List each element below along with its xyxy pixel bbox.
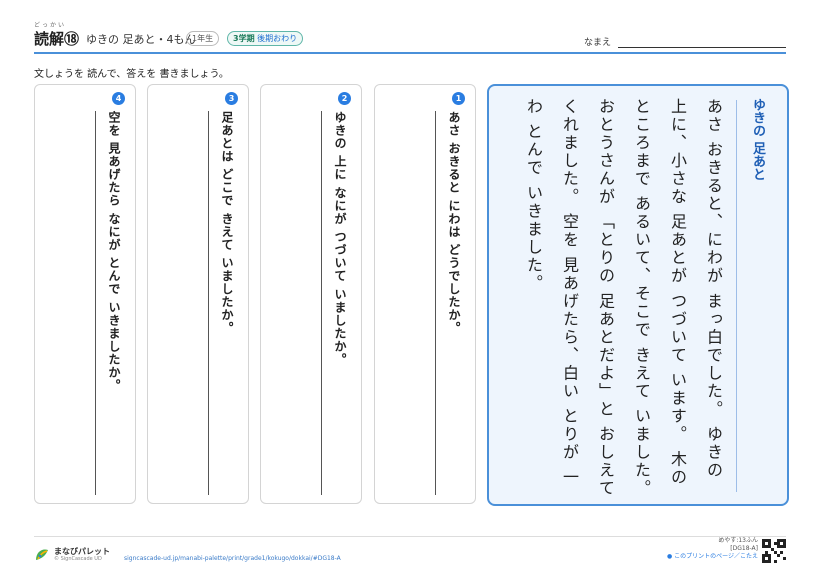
worksheet-header: どっかい 読解⑱ ゆきの 足あと・4もん 1年生 3学期 後期おわり なまえ (34, 22, 786, 52)
grade-badge: 1年生 (186, 31, 220, 46)
header-divider (34, 52, 786, 54)
answer-line-1[interactable] (435, 111, 436, 495)
story-title: ゆきの 足あと (750, 98, 765, 181)
question-number-4: 4 (112, 92, 125, 105)
worksheet-title: 読解⑱ (34, 30, 80, 48)
story-title-divider (736, 100, 737, 492)
worksheet-subtitle: ゆきの 足あと・4もん (86, 33, 196, 46)
footer-url-link[interactable]: signcascade-ud.jp/manabi-palette/print/g… (124, 555, 341, 562)
name-label: なまえ (584, 38, 612, 48)
question-card-3: 3 足あとは どこで きえて いましたか。 (147, 84, 249, 504)
answer-line-3[interactable] (208, 111, 209, 495)
term-badge-sub: 後期おわり (257, 34, 298, 43)
term-badge-main: 3学期 (233, 34, 255, 43)
answer-line-4[interactable] (95, 111, 96, 495)
question-number-2: 2 (338, 92, 351, 105)
term-badge: 3学期 後期おわり (227, 31, 304, 46)
question-text-3: 足あとは どこで きえて いましたか。 (220, 111, 234, 335)
story-panel: ゆきの 足あと あさ おきると、にわが まっ白でした。 ゆきの 上に、小さな 足… (487, 84, 789, 506)
palette-logo-icon (36, 549, 48, 560)
question-text-4: 空を 見あげたら なにが とんで いきましたか。 (107, 111, 121, 392)
question-text-2: ゆきの 上に なにが つづいて いましたか。 (333, 111, 347, 366)
footer-estimate: めやす:13ふん (718, 537, 758, 544)
qr-code-icon[interactable] (762, 539, 786, 563)
question-number-1: 1 (452, 92, 465, 105)
question-card-2: 2 ゆきの 上に なにが つづいて いましたか。 (260, 84, 362, 504)
question-text-1: あさ おきると にわは どうでしたか。 (447, 111, 461, 335)
name-write-line[interactable] (618, 47, 786, 48)
logo-copyright: © SignCascade UD (54, 556, 102, 562)
question-number-3: 3 (225, 92, 238, 105)
instruction-text: 文しょうを 読んで、答えを 書きましょう。 (34, 69, 229, 80)
story-body: あさ おきると、にわが まっ白でした。 ゆきの 上に、小さな 足あとが つづいて… (524, 98, 723, 498)
question-card-1: 1 あさ おきると にわは どうでしたか。 (374, 84, 476, 504)
footer-answer-link[interactable]: ● このプリントのページ／こたえ (650, 553, 758, 561)
answer-line-2[interactable] (321, 111, 322, 495)
question-card-4: 4 空を 見あげたら なにが とんで いきましたか。 (34, 84, 136, 504)
footer-info: めやす:13ふん [DG18-A] ● このプリントのページ／こたえ (650, 537, 758, 561)
footer-code: [DG18-A] (730, 545, 758, 552)
